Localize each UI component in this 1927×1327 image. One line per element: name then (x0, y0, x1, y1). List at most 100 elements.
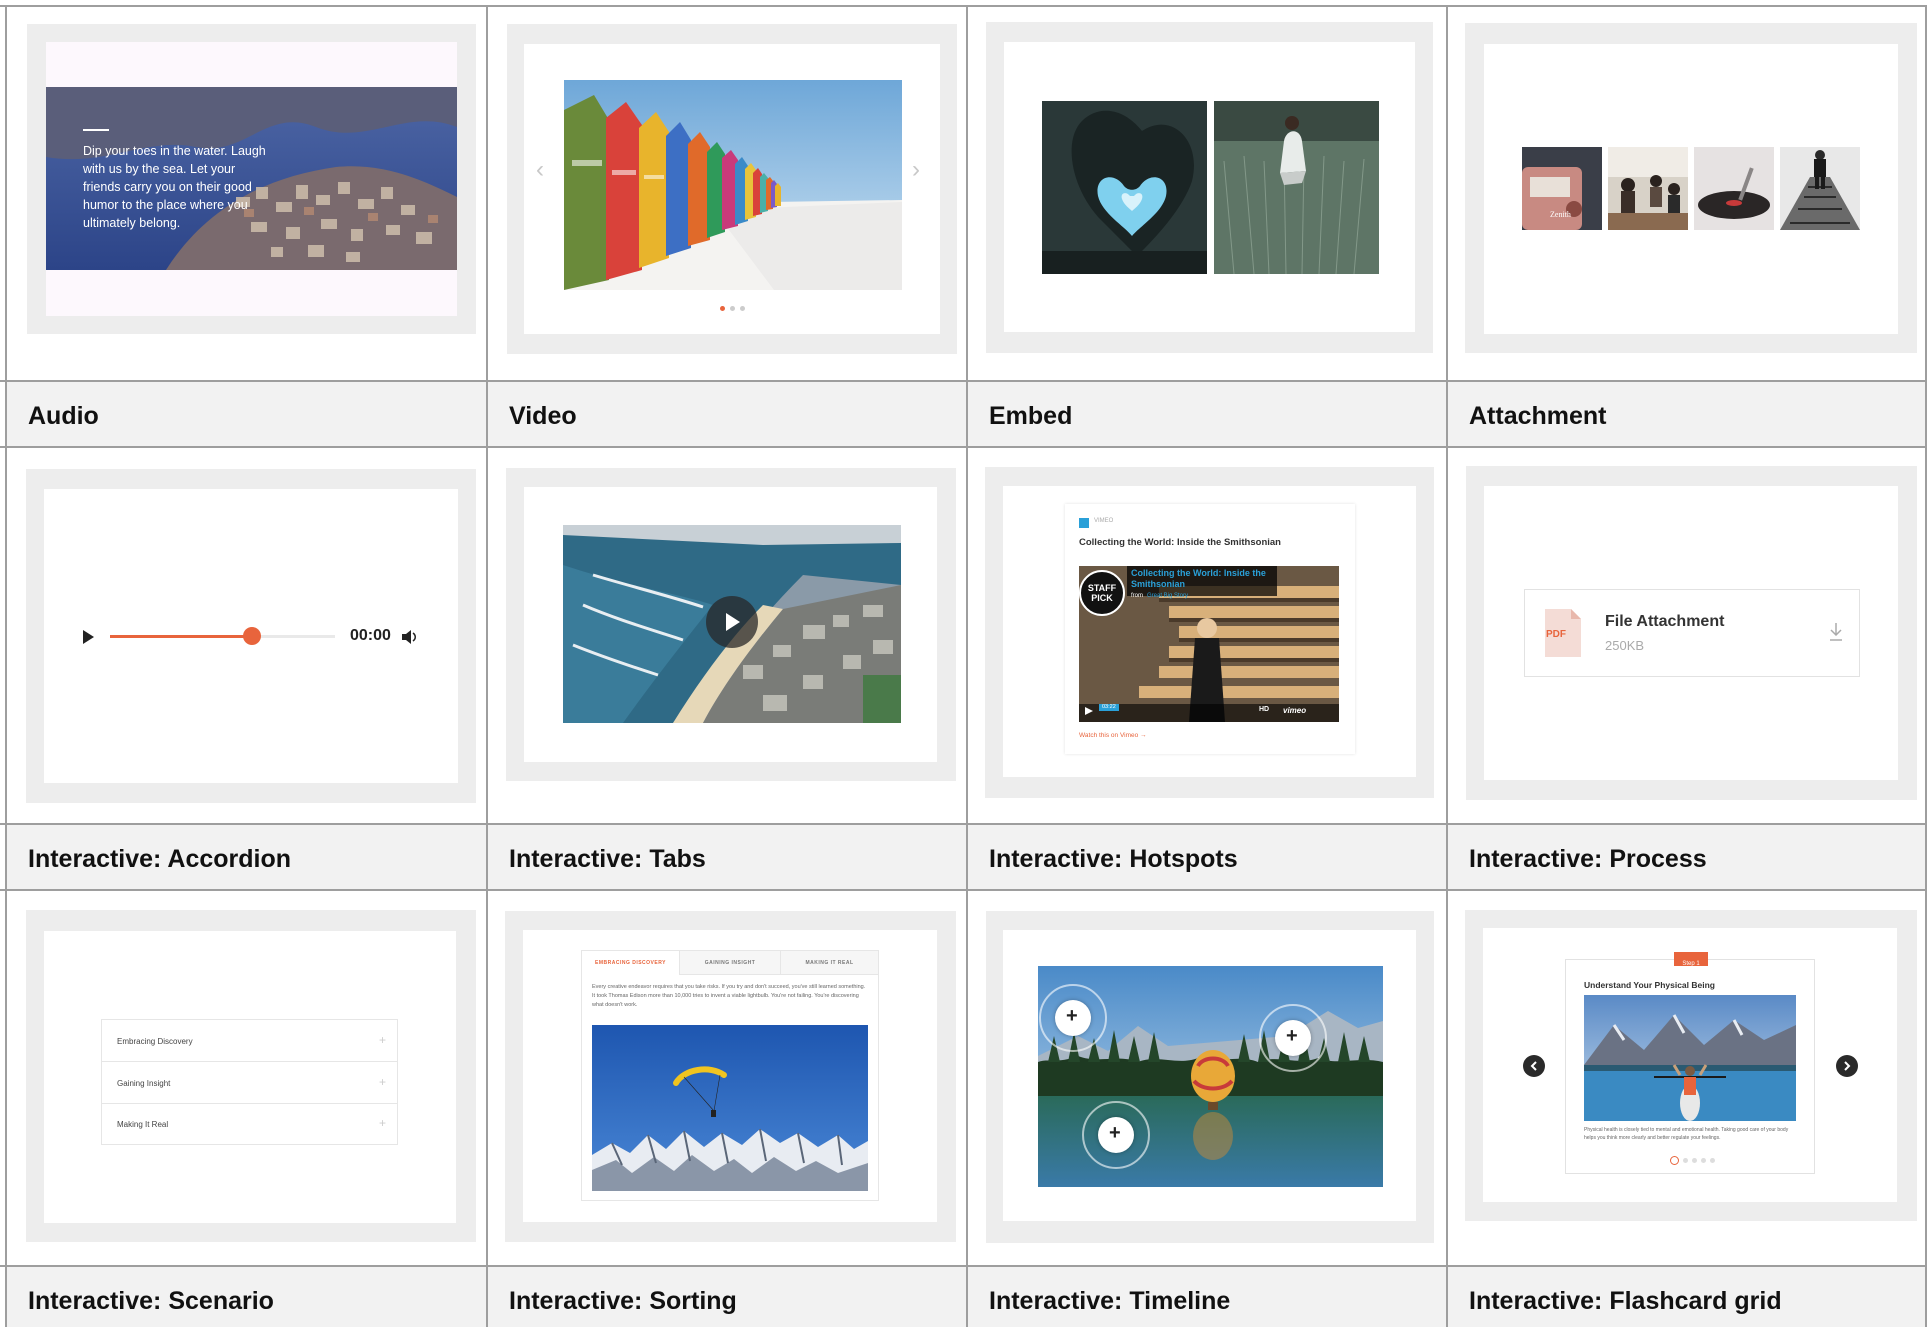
label-cell: Interactive: Sorting (488, 1267, 966, 1327)
preview-frame: PDF File Attachment 250KB (1466, 466, 1917, 800)
label-cell: Interactive: Hotspots (968, 825, 1446, 889)
file-name: File Attachment (1605, 613, 1725, 630)
svg-text:Zenith: Zenith (1550, 210, 1571, 219)
vimeo-wordmark[interactable]: vimeo (1283, 706, 1306, 715)
hotspot-button[interactable]: + (1275, 1020, 1311, 1056)
file-attachment-row[interactable]: PDF File Attachment 250KB (1524, 589, 1860, 677)
preview-frame: + + + (986, 911, 1434, 1243)
tab-gaining-insight[interactable]: GAINING INSIGHT (679, 951, 780, 975)
chevron-left-icon[interactable]: ‹ (536, 156, 544, 184)
vimeo-card: VIMEO Collecting the World: Inside the S… (1065, 504, 1355, 754)
chevron-right-icon (1844, 1061, 1851, 1071)
preview-frame: Step 1 Understand Your Physical Being Ph… (1465, 910, 1917, 1221)
grid-line (1446, 5, 1448, 1327)
cell-label: Interactive: Process (1469, 845, 1707, 873)
tab-making-it-real[interactable]: MAKING IT REAL (780, 951, 878, 975)
hd-label[interactable]: HD (1259, 706, 1269, 713)
progress-dot-active[interactable] (1670, 1156, 1679, 1165)
tab-embracing-discovery[interactable]: EMBRACING DISCOVERY (582, 951, 679, 975)
cell-label: Interactive: Scenario (28, 1287, 274, 1315)
process-title: Understand Your Physical Being (1584, 980, 1715, 990)
download-icon[interactable] (1829, 622, 1843, 642)
hotspot-button[interactable]: + (1098, 1117, 1134, 1153)
preview-card: Dip your toes in the water. Laugh with u… (46, 42, 457, 316)
play-icon (726, 613, 740, 631)
play-icon[interactable] (1084, 706, 1094, 716)
plus-icon: + (379, 1116, 387, 1130)
tabs-panel: EMBRACING DISCOVERY GAINING INSIGHT MAKI… (581, 950, 879, 1201)
vimeo-brand: VIMEO (1094, 518, 1114, 524)
hotspot-button[interactable]: + (1055, 1000, 1091, 1036)
progress-dot[interactable] (1692, 1158, 1697, 1163)
progress-dot[interactable] (1710, 1158, 1715, 1163)
cell-label: Embed (989, 402, 1073, 430)
preview-card (1004, 42, 1415, 332)
preview-frame: Dip your toes in the water. Laugh with u… (27, 24, 476, 334)
cell-label: Attachment (1469, 402, 1607, 430)
progress-dot[interactable] (1701, 1158, 1706, 1163)
preview-card: ‹ › (524, 44, 940, 334)
tab-label: MAKING IT REAL (805, 960, 854, 966)
video-play-button[interactable] (706, 596, 758, 648)
preview-frame: Zenith (1465, 23, 1917, 353)
cell-label: Interactive: Tabs (509, 845, 706, 873)
preview-frame: Embracing Discovery + Gaining Insight + … (26, 910, 476, 1242)
carousel-dot-active[interactable] (720, 306, 725, 311)
preview-card: EMBRACING DISCOVERY GAINING INSIGHT MAKI… (523, 930, 937, 1222)
radio-image: Zenith (1522, 147, 1602, 230)
process-text: Physical health is closely tied to menta… (1584, 1127, 1789, 1141)
grid-line (0, 446, 1927, 448)
next-button[interactable] (1836, 1055, 1858, 1077)
watch-on-vimeo-link[interactable]: Watch this on Vimeo → (1079, 732, 1147, 739)
progress-dot[interactable] (1683, 1158, 1688, 1163)
paraglider-image (592, 1025, 868, 1191)
preview-card: VIMEO Collecting the World: Inside the S… (1003, 486, 1416, 777)
beach-huts-image (564, 80, 902, 290)
preview-card: Embracing Discovery + Gaining Insight + … (44, 931, 456, 1223)
accordion-item[interactable]: Making It Real + (102, 1104, 397, 1144)
pdf-badge: PDF (1546, 629, 1566, 640)
chevron-left-icon (1530, 1061, 1537, 1071)
embed-title: Collecting the World: Inside the Smithso… (1079, 537, 1281, 548)
preview-frame: EMBRACING DISCOVERY GAINING INSIGHT MAKI… (505, 911, 956, 1242)
label-cell: Interactive: Scenario (7, 1267, 486, 1327)
play-icon[interactable] (81, 629, 95, 645)
plus-icon: + (1109, 1122, 1121, 1144)
plus-icon: + (379, 1075, 387, 1089)
video-duration: 03:22 (1102, 704, 1116, 710)
audio-track[interactable] (110, 627, 335, 645)
component-grid: Audio Video Embed Attachment Interactive… (0, 0, 1927, 1327)
heart-cave-image (1042, 101, 1207, 274)
kayak-image (1584, 995, 1796, 1121)
volume-icon[interactable] (401, 629, 419, 645)
file-size: 250KB (1605, 638, 1645, 653)
label-cell: Embed (968, 382, 1446, 446)
step-badge: Step 1 (1674, 952, 1708, 967)
carousel-dot[interactable] (730, 306, 735, 311)
label-cell: Interactive: Tabs (488, 825, 966, 889)
previous-button[interactable] (1523, 1055, 1545, 1077)
label-cell: Interactive: Process (1448, 825, 1925, 889)
preview-frame: ‹ › (507, 24, 957, 354)
chevron-right-icon[interactable]: › (912, 156, 920, 184)
audio-scrubber-handle[interactable] (242, 627, 261, 645)
label-cell: Interactive: Flashcard grid (1448, 1267, 1925, 1327)
video-channel-link[interactable]: Great Big Story (1147, 593, 1188, 599)
preview-card: PDF File Attachment 250KB (1484, 486, 1898, 780)
preview-card: Zenith (1484, 44, 1898, 334)
preview-card: Step 1 Understand Your Physical Being Ph… (1483, 928, 1897, 1202)
process-card: Step 1 Understand Your Physical Being Ph… (1565, 952, 1815, 1174)
accordion-item[interactable]: Embracing Discovery + (102, 1020, 397, 1062)
label-cell: Audio (7, 382, 486, 446)
accordion-item-label: Making It Real (117, 1120, 169, 1129)
staff-pick-text: STAFF PICK (1087, 583, 1117, 603)
audio-time: 00:00 (350, 627, 391, 644)
turntable-image (1694, 147, 1774, 230)
accordion-item[interactable]: Gaining Insight + (102, 1062, 397, 1104)
cell-label: Interactive: Sorting (509, 1287, 737, 1315)
cell-label: Audio (28, 402, 99, 430)
grid-line (5, 5, 7, 1327)
cell-label: Interactive: Timeline (989, 1287, 1231, 1315)
carousel-dot[interactable] (740, 306, 745, 311)
tab-content-text: Every creative endeavor requires that yo… (592, 984, 866, 1008)
